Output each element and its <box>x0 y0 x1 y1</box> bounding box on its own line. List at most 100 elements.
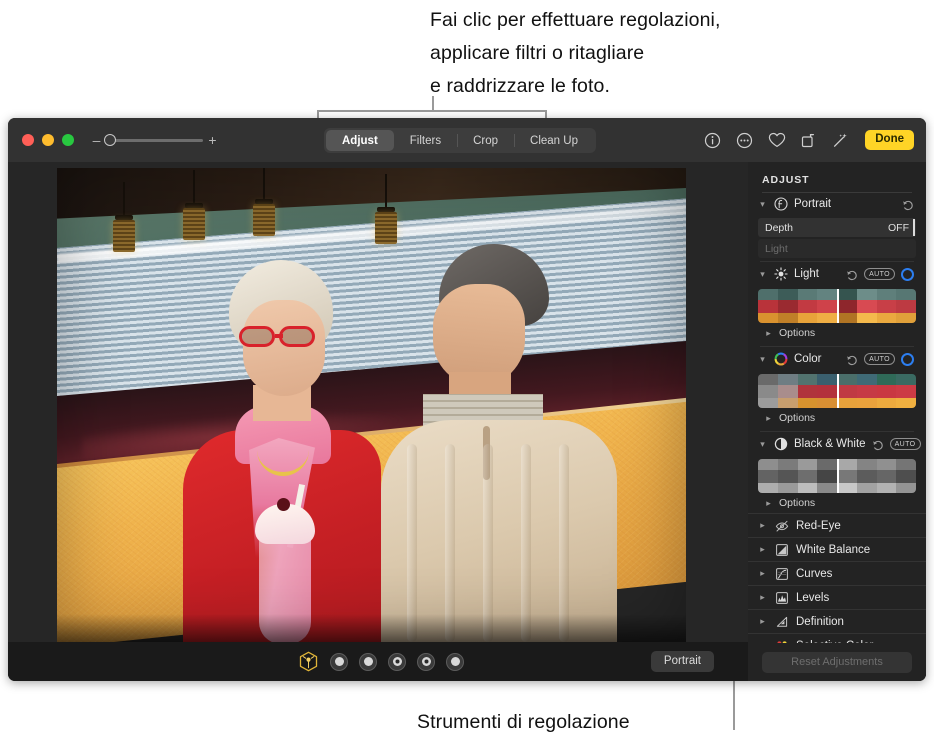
light-strip-position-marker[interactable] <box>837 289 839 323</box>
thumbnail[interactable] <box>817 289 837 323</box>
bw-strip-position-marker[interactable] <box>837 459 839 493</box>
zoom-button-icon[interactable] <box>62 134 74 146</box>
revert-icon[interactable] <box>846 353 858 365</box>
thumbnail[interactable] <box>877 459 897 493</box>
rotate-icon[interactable] <box>799 131 818 150</box>
thumbnail[interactable] <box>798 374 818 408</box>
contour-light-button[interactable] <box>359 653 377 671</box>
zoom-slider-knob[interactable] <box>104 134 116 146</box>
thumbnail[interactable] <box>896 289 916 323</box>
thumbnail[interactable] <box>758 289 778 323</box>
section-color-header[interactable]: ▾ Color AUTO <box>748 347 926 371</box>
thumbnail[interactable] <box>798 459 818 493</box>
thumbnail[interactable] <box>857 459 877 493</box>
thumbnail[interactable] <box>877 289 897 323</box>
thumbnail[interactable] <box>877 374 897 408</box>
high-key-light-mono-button[interactable] <box>446 653 464 671</box>
edit-mode-segmented-control[interactable]: Adjust Filters Crop Clean Up <box>324 128 596 153</box>
tab-crop[interactable]: Crop <box>457 130 514 151</box>
chevron-down-icon[interactable]: ▾ <box>758 270 767 279</box>
revert-icon[interactable] <box>846 268 858 280</box>
section-light-toggle[interactable] <box>901 268 914 281</box>
color-strip-position-marker[interactable] <box>837 374 839 408</box>
light-variations-strip[interactable] <box>758 289 916 323</box>
slider-depth-handle[interactable] <box>913 219 915 236</box>
zoom-slider-track[interactable] <box>106 139 203 142</box>
zoom-in-icon[interactable]: + <box>208 133 217 147</box>
edited-photo[interactable] <box>57 168 686 642</box>
color-options-row[interactable]: ▸ Options <box>748 408 926 428</box>
info-icon[interactable] <box>703 131 722 150</box>
favorite-heart-icon[interactable] <box>767 131 786 150</box>
photos-edit-window: – + Adjust Filters Crop Clean Up <box>8 118 926 681</box>
reset-adjustments-button[interactable]: Reset Adjustments <box>762 652 912 673</box>
thumbnail[interactable] <box>896 374 916 408</box>
section-light-label: Light <box>794 268 840 280</box>
thumbnail[interactable] <box>798 289 818 323</box>
tab-adjust[interactable]: Adjust <box>326 130 394 151</box>
chevron-down-icon[interactable]: ▾ <box>758 440 767 449</box>
more-options-icon[interactable] <box>735 131 754 150</box>
chevron-right-icon[interactable]: ▸ <box>758 617 767 626</box>
sidebar-scroll-area[interactable]: ▾ Portrait Depth OFF Light ▾ <box>748 192 926 643</box>
slider-depth[interactable]: Depth OFF <box>758 218 916 237</box>
thumbnail[interactable] <box>896 459 916 493</box>
revert-icon[interactable] <box>872 438 884 450</box>
chevron-right-icon[interactable]: ▸ <box>764 499 773 508</box>
chevron-right-icon[interactable]: ▸ <box>758 569 767 578</box>
color-variations-strip[interactable] <box>758 374 916 408</box>
thumbnail[interactable] <box>778 289 798 323</box>
bw-variations-strip[interactable] <box>758 459 916 493</box>
zoom-slider-control[interactable]: – + <box>92 133 217 147</box>
bw-options-row[interactable]: ▸ Options <box>748 493 926 513</box>
chevron-right-icon[interactable]: ▸ <box>758 521 767 530</box>
sidebar-item-white-balance[interactable]: ▸ White Balance <box>748 537 926 561</box>
thumbnail[interactable] <box>817 374 837 408</box>
sidebar-item-levels[interactable]: ▸ Levels <box>748 585 926 609</box>
thumbnail[interactable] <box>778 374 798 408</box>
thumbnail[interactable] <box>857 374 877 408</box>
section-light-header[interactable]: ▾ Light AUTO <box>748 262 926 286</box>
thumbnail[interactable] <box>837 459 857 493</box>
light-options-row[interactable]: ▸ Options <box>748 323 926 343</box>
chevron-down-icon[interactable]: ▾ <box>758 355 767 364</box>
stage-light-mono-button[interactable] <box>417 653 435 671</box>
traffic-lights <box>22 134 74 146</box>
section-black-and-white-header[interactable]: ▾ Black & White AUTO <box>748 432 926 456</box>
thumbnail[interactable] <box>817 459 837 493</box>
chevron-right-icon[interactable]: ▸ <box>758 593 767 602</box>
auto-button-black-and-white[interactable]: AUTO <box>890 438 921 450</box>
slider-portrait-light[interactable]: Light <box>758 239 916 258</box>
sidebar-item-selective-color[interactable]: ▸ Selective Color <box>748 633 926 643</box>
sidebar-item-curves[interactable]: ▸ Curves <box>748 561 926 585</box>
chevron-right-icon[interactable]: ▸ <box>764 329 773 338</box>
close-button-icon[interactable] <box>22 134 34 146</box>
chevron-right-icon[interactable]: ▸ <box>758 545 767 554</box>
thumbnail[interactable] <box>837 374 857 408</box>
sidebar-item-definition[interactable]: ▸ Definition <box>748 609 926 633</box>
tab-filters[interactable]: Filters <box>394 130 457 151</box>
enhance-wand-icon[interactable] <box>831 131 850 150</box>
tab-clean-up[interactable]: Clean Up <box>514 130 594 151</box>
minimize-button-icon[interactable] <box>42 134 54 146</box>
thumbnail[interactable] <box>778 459 798 493</box>
thumbnail[interactable] <box>857 289 877 323</box>
section-portrait-header[interactable]: ▾ Portrait <box>748 192 926 216</box>
thumbnail[interactable] <box>758 459 778 493</box>
section-color-toggle[interactable] <box>901 353 914 366</box>
thumbnail[interactable] <box>837 289 857 323</box>
stage-light-button[interactable] <box>388 653 406 671</box>
chevron-down-icon[interactable]: ▾ <box>758 200 767 209</box>
studio-light-button[interactable] <box>330 653 348 671</box>
natural-light-cube-icon[interactable] <box>298 651 319 672</box>
sidebar-item-red-eye[interactable]: ▸ Red-Eye <box>748 513 926 537</box>
revert-icon[interactable] <box>902 198 914 210</box>
zoom-out-icon[interactable]: – <box>92 133 101 147</box>
portrait-mode-button[interactable]: Portrait <box>651 651 714 673</box>
thumbnail[interactable] <box>758 374 778 408</box>
auto-button-light[interactable]: AUTO <box>864 268 895 280</box>
done-button[interactable]: Done <box>865 130 914 150</box>
chevron-right-icon[interactable]: ▸ <box>764 414 773 423</box>
auto-button-color[interactable]: AUTO <box>864 353 895 365</box>
sidebar-item-white-balance-label: White Balance <box>796 544 870 556</box>
